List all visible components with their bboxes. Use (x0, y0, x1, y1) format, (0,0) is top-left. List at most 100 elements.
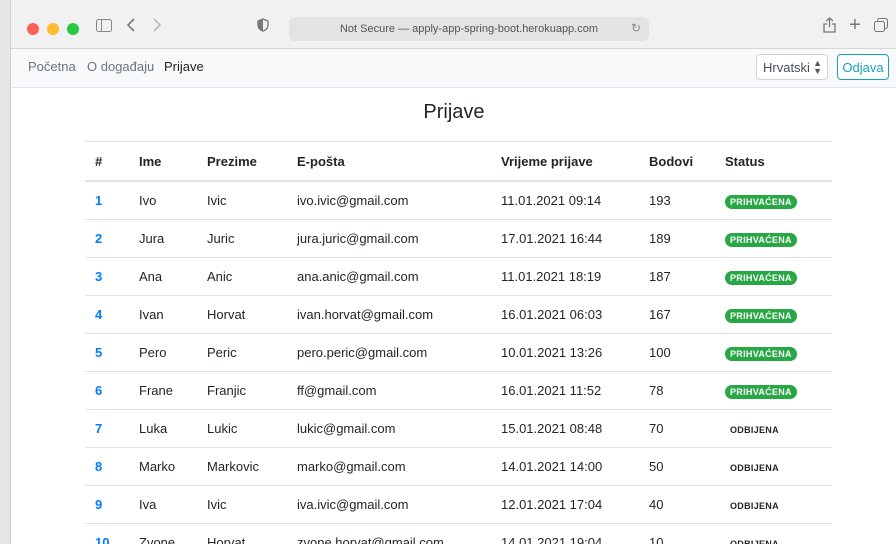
cell-first-name: Iva (129, 485, 197, 524)
table-row: 10 Zvone Horvat zvone.horvat@gmail.com 14.01… (85, 523, 832, 544)
column-header-number: # (85, 141, 129, 182)
cell-first-name: Jura (129, 219, 197, 258)
cell-first-name: Ivan (129, 295, 197, 334)
cell-application-time: 16.01.2021 11:52 (491, 371, 639, 410)
minimize-window-button[interactable] (47, 23, 59, 35)
select-arrows-icon: ▲ ▼ (813, 58, 822, 76)
cell-first-name: Frane (129, 371, 197, 410)
cell-first-name: Ivo (129, 181, 197, 220)
status-badge: PRIHVAĆENA (725, 308, 797, 323)
cell-email: pero.peric@gmail.com (287, 333, 491, 372)
table-row: 5 Pero Peric pero.peric@gmail.com 10.01.2021… (85, 333, 832, 372)
cell-last-name: Lukic (197, 409, 287, 448)
table-row: 3 Ana Anic ana.anic@gmail.com 11.01.2021 18:… (85, 257, 832, 296)
cell-status: PRIHVAĆENA (715, 295, 832, 334)
cell-email: ana.anic@gmail.com (287, 257, 491, 296)
row-number-link[interactable]: 8 (85, 447, 129, 486)
privacy-shield-icon[interactable] (255, 14, 271, 36)
language-select[interactable]: Hrvatski ▲ ▼ (756, 54, 828, 80)
applications-table: # Ime Prezime E-pošta Vrijeme prijave Bo… (85, 141, 832, 544)
column-header-last-name: Prezime (197, 141, 287, 182)
table-row: 6 Frane Franjic ff@gmail.com 16.01.2021 11:5… (85, 371, 832, 410)
cell-email: ivan.horvat@gmail.com (287, 295, 491, 334)
nav-link-about-event[interactable]: O događaju (87, 59, 154, 74)
cell-last-name: Franjic (197, 371, 287, 410)
row-number-link[interactable]: 2 (85, 219, 129, 258)
address-bar[interactable]: Not Secure — apply-app-spring-boot.herok… (289, 17, 649, 41)
cell-last-name: Horvat (197, 295, 287, 334)
cell-points: 193 (639, 181, 715, 220)
cell-first-name: Pero (129, 333, 197, 372)
cell-last-name: Horvat (197, 523, 287, 544)
cell-last-name: Peric (197, 333, 287, 372)
row-number-link[interactable]: 7 (85, 409, 129, 448)
share-icon[interactable] (821, 14, 837, 36)
row-number-link[interactable]: 9 (85, 485, 129, 524)
cell-email: ff@gmail.com (287, 371, 491, 410)
cell-points: 10 (639, 523, 715, 544)
cell-email: ivo.ivic@gmail.com (287, 181, 491, 220)
table-row: 4 Ivan Horvat ivan.horvat@gmail.com 16.01.20… (85, 295, 832, 334)
column-header-email: E-pošta (287, 141, 491, 182)
cell-application-time: 16.01.2021 06:03 (491, 295, 639, 334)
cell-email: marko@gmail.com (287, 447, 491, 486)
cell-first-name: Luka (129, 409, 197, 448)
cell-status: PRIHVAĆENA (715, 181, 832, 220)
cell-application-time: 14.01.2021 14:00 (491, 447, 639, 486)
nav-link-home[interactable]: Početna (28, 59, 76, 74)
cell-last-name: Markovic (197, 447, 287, 486)
cell-email: iva.ivic@gmail.com (287, 485, 491, 524)
cell-last-name: Anic (197, 257, 287, 296)
cell-status: PRIHVAĆENA (715, 257, 832, 296)
cell-last-name: Ivic (197, 485, 287, 524)
cell-email: jura.juric@gmail.com (287, 219, 491, 258)
close-window-button[interactable] (27, 23, 39, 35)
column-header-application-time: Vrijeme prijave (491, 141, 639, 182)
cell-application-time: 11.01.2021 09:14 (491, 181, 639, 220)
cell-email: lukic@gmail.com (287, 409, 491, 448)
status-badge: PRIHVAĆENA (725, 346, 797, 361)
back-icon[interactable] (123, 14, 139, 36)
table-header-row: # Ime Prezime E-pošta Vrijeme prijave Bo… (85, 141, 832, 182)
row-number-link[interactable]: 6 (85, 371, 129, 410)
zoom-window-button[interactable] (67, 23, 79, 35)
column-header-first-name: Ime (129, 141, 197, 182)
cell-first-name: Ana (129, 257, 197, 296)
cell-points: 167 (639, 295, 715, 334)
table-row: 7 Luka Lukic lukic@gmail.com 15.01.2021 08:4… (85, 409, 832, 448)
cell-points: 187 (639, 257, 715, 296)
cell-points: 70 (639, 409, 715, 448)
cell-points: 78 (639, 371, 715, 410)
cell-points: 189 (639, 219, 715, 258)
status-badge: ODBIJENA (730, 424, 779, 435)
status-badge: ODBIJENA (730, 538, 779, 544)
status-badge: ODBIJENA (730, 500, 779, 511)
status-badge: PRIHVAĆENA (725, 232, 797, 247)
cell-first-name: Zvone (129, 523, 197, 544)
app-navbar: Početna O događaju Prijave Hrvatski ▲ ▼ O… (11, 49, 896, 88)
row-number-link[interactable]: 10 (85, 523, 129, 544)
cell-status: ODBIJENA (715, 409, 832, 448)
column-header-status: Status (715, 141, 832, 182)
sidebar-toggle-icon[interactable] (95, 14, 113, 36)
status-badge: PRIHVAĆENA (725, 384, 797, 399)
new-tab-icon[interactable]: + (847, 14, 863, 36)
cell-email: zvone.horvat@gmail.com (287, 523, 491, 544)
forward-icon[interactable] (149, 14, 165, 36)
browser-window: Not Secure — apply-app-spring-boot.herok… (10, 0, 896, 544)
row-number-link[interactable]: 4 (85, 295, 129, 334)
cell-application-time: 17.01.2021 16:44 (491, 219, 639, 258)
column-header-points: Bodovi (639, 141, 715, 182)
cell-points: 50 (639, 447, 715, 486)
cell-application-time: 11.01.2021 18:19 (491, 257, 639, 296)
nav-link-applications[interactable]: Prijave (164, 59, 204, 74)
address-text: Not Secure — apply-app-spring-boot.herok… (339, 23, 599, 35)
row-number-link[interactable]: 5 (85, 333, 129, 372)
language-select-value: Hrvatski (763, 59, 810, 75)
logout-button[interactable]: Odjava (837, 54, 889, 80)
row-number-link[interactable]: 3 (85, 257, 129, 296)
row-number-link[interactable]: 1 (85, 181, 129, 220)
cell-application-time: 10.01.2021 13:26 (491, 333, 639, 372)
tab-overview-icon[interactable] (873, 14, 889, 36)
reload-icon[interactable]: ↻ (631, 21, 641, 35)
